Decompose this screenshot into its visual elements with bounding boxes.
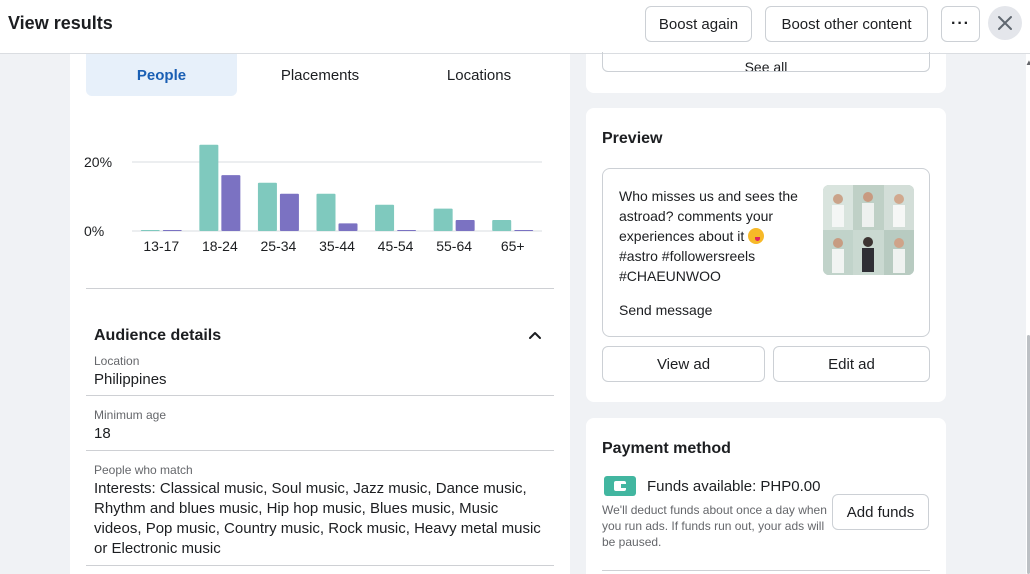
more-options-button[interactable]: ··· xyxy=(941,6,980,42)
audience-details-heading: Audience details xyxy=(94,327,222,344)
bar-25-34-series-1 xyxy=(257,182,277,231)
boost-again-button[interactable]: Boost again xyxy=(645,6,752,42)
bar-55-64-series-2 xyxy=(455,219,475,231)
y-tick-label: 0% xyxy=(84,223,104,239)
edit-ad-button[interactable]: Edit ad xyxy=(773,346,930,382)
post-caption: Who misses us and sees the astroad? comm… xyxy=(619,188,798,244)
ad-post-preview[interactable]: Who misses us and sees the astroad? comm… xyxy=(602,168,930,337)
tab-people[interactable]: People xyxy=(86,54,237,96)
location-label: Location xyxy=(94,354,140,368)
close-button[interactable] xyxy=(988,6,1022,40)
bar-55-64-series-1 xyxy=(433,208,453,231)
people-who-match-value: Interests: Classical music, Soul music, … xyxy=(94,480,541,557)
bar-45-54-series-1 xyxy=(375,204,395,231)
bar-25-34-series-2 xyxy=(279,193,299,231)
funds-available-text: Funds available: PHP0.00 xyxy=(647,478,821,495)
post-thumbnail-image xyxy=(823,185,914,275)
bar-13-17-series-1 xyxy=(140,230,160,231)
x-tick-label: 35-44 xyxy=(319,238,355,254)
see-all-button[interactable]: See all xyxy=(602,52,930,72)
bar-65+-series-1 xyxy=(492,219,512,231)
post-text: Who misses us and sees the astroad? comm… xyxy=(619,186,814,286)
wallet-icon xyxy=(604,476,636,496)
boost-other-content-button[interactable]: Boost other content xyxy=(765,6,928,42)
view-ad-button[interactable]: View ad xyxy=(602,346,765,382)
location-value: Philippines xyxy=(94,371,167,388)
minimum-age-label: Minimum age xyxy=(94,408,167,422)
tab-placements[interactable]: Placements xyxy=(240,54,400,96)
preview-heading: Preview xyxy=(602,130,663,147)
bar-35-44-series-2 xyxy=(338,223,358,231)
x-tick-label: 25-34 xyxy=(261,238,297,254)
bar-18-24-series-1 xyxy=(199,144,219,231)
divider xyxy=(602,570,930,571)
close-icon xyxy=(998,16,1012,30)
breakdown-card-bottom: See all xyxy=(586,52,946,93)
preview-card: Preview Who misses us and sees the astro… xyxy=(586,108,946,402)
x-tick-label: 13-17 xyxy=(143,238,179,254)
x-tick-label: 18-24 xyxy=(202,238,238,254)
x-tick-label: 65+ xyxy=(501,238,525,254)
see-all-label: See all xyxy=(744,59,788,72)
chevron-up-icon[interactable] xyxy=(527,327,543,343)
payment-note: We'll deduct funds about once a day when… xyxy=(602,503,827,549)
minimum-age-value: 18 xyxy=(94,425,111,442)
post-hashtags: #astro #followersreels #CHAEUNWOO xyxy=(619,248,756,284)
bar-35-44-series-1 xyxy=(316,193,336,231)
y-tick-label: 20% xyxy=(84,154,112,170)
location-field: Location Philippines xyxy=(86,348,554,396)
page-title: View results xyxy=(8,13,113,33)
payment-method-card: Payment method Funds available: PHP0.00 … xyxy=(586,418,946,574)
minimum-age-field: Minimum age 18 xyxy=(86,396,554,451)
people-who-match-field: People who match Interests: Classical mu… xyxy=(86,451,554,566)
bar-13-17-series-2 xyxy=(162,230,182,231)
divider xyxy=(86,288,554,289)
add-funds-button[interactable]: Add funds xyxy=(832,494,929,530)
scroll-up-arrow-icon[interactable]: ▲ xyxy=(1025,58,1030,67)
face-tongue-emoji-icon xyxy=(748,228,765,244)
send-message-cta[interactable]: Send message xyxy=(619,302,712,318)
x-tick-label: 55-64 xyxy=(436,238,472,254)
bar-18-24-series-2 xyxy=(221,175,241,231)
results-panel: People Placements Locations 20% 0% 13-17 18… xyxy=(70,54,570,574)
bar-65+-series-2 xyxy=(514,230,534,231)
top-bar: View results Boost again Boost other con… xyxy=(0,0,1030,54)
people-who-match-label: People who match xyxy=(94,463,193,477)
x-tick-label: 45-54 xyxy=(378,238,414,254)
tab-locations[interactable]: Locations xyxy=(400,54,558,96)
bar-45-54-series-2 xyxy=(397,230,417,231)
age-gender-bar-chart: 20% 0% 13-17 18-24 25-34 35-44 45-54 55-64 65+ xyxy=(84,144,542,254)
payment-method-heading: Payment method xyxy=(602,440,731,457)
